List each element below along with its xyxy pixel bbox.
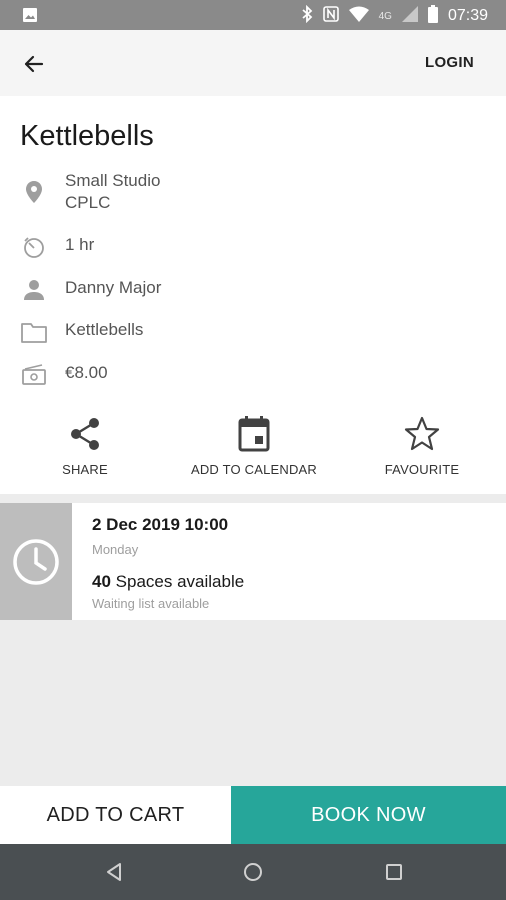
session-card[interactable]: 2 Dec 2019 10:00 Monday 40 Spaces availa… (0, 503, 506, 620)
person-icon (24, 280, 44, 300)
clock-icon (13, 539, 59, 585)
location-pin-icon (26, 181, 42, 203)
location-line1: Small Studio (65, 171, 161, 190)
share-label: SHARE (62, 462, 108, 477)
share-icon (71, 418, 99, 450)
favourite-label: FAVOURITE (384, 462, 460, 477)
square-recents-icon (386, 864, 402, 880)
network-type: 4G (378, 10, 392, 22)
instructor-text: Danny Major (65, 278, 162, 297)
back-button[interactable] (18, 48, 50, 80)
spaces-text: Spaces available (110, 572, 245, 591)
waiting-list-text: Waiting list available (92, 596, 210, 611)
price-text: €8.00 (65, 363, 108, 382)
battery-icon (427, 5, 438, 27)
status-bar: 4G 07:39 (0, 0, 506, 30)
nav-recents-button[interactable] (380, 858, 408, 886)
session-day: Monday (92, 542, 139, 557)
session-spaces: 40 Spaces available (92, 572, 244, 592)
action-row: SHARE ADD TO CALENDAR FAVOURITE (0, 414, 506, 484)
bluetooth-icon (301, 4, 313, 27)
system-nav-bar (0, 844, 506, 900)
location-line2: CPLC (65, 193, 111, 212)
bottom-action-bar: ADD TO CART BOOK NOW (0, 786, 506, 844)
clock-time: 07:39 (447, 7, 488, 24)
image-icon (22, 7, 38, 28)
arrow-back-icon (24, 55, 44, 73)
add-to-cart-button[interactable]: ADD TO CART (0, 786, 231, 844)
spaces-count: 40 (92, 572, 111, 591)
money-icon (22, 364, 46, 385)
triangle-back-icon (107, 863, 121, 881)
favourite-button[interactable]: FAVOURITE (380, 414, 464, 477)
nav-back-button[interactable] (100, 858, 128, 886)
nav-home-button[interactable] (239, 858, 267, 886)
login-button[interactable]: LOGIN (425, 54, 474, 71)
share-button[interactable]: SHARE (45, 414, 125, 477)
class-details: Kettlebells Small Studio CPLC 1 hr Danny… (0, 96, 506, 494)
nfc-icon (322, 6, 339, 26)
app-bar: LOGIN (0, 30, 506, 96)
status-icons: 4G 07:39 (301, 4, 488, 27)
wifi-icon (348, 6, 369, 26)
location-text: Small Studio CPLC (65, 170, 160, 214)
category-text: Kettlebells (65, 320, 144, 339)
timer-icon (24, 237, 44, 258)
book-now-button[interactable]: BOOK NOW (231, 786, 506, 844)
class-title: Kettlebells (20, 120, 154, 152)
duration-text: 1 hr (65, 235, 95, 254)
circle-home-icon (244, 863, 262, 881)
star-icon (404, 416, 440, 451)
calendar-icon (238, 416, 270, 452)
signal-icon (401, 6, 418, 26)
calendar-label: ADD TO CALENDAR (190, 462, 318, 477)
session-date: 2 Dec 2019 10:00 (92, 515, 229, 534)
folder-icon (21, 323, 47, 343)
session-clock-box (0, 503, 72, 620)
add-to-calendar-button[interactable]: ADD TO CALENDAR (190, 414, 318, 477)
